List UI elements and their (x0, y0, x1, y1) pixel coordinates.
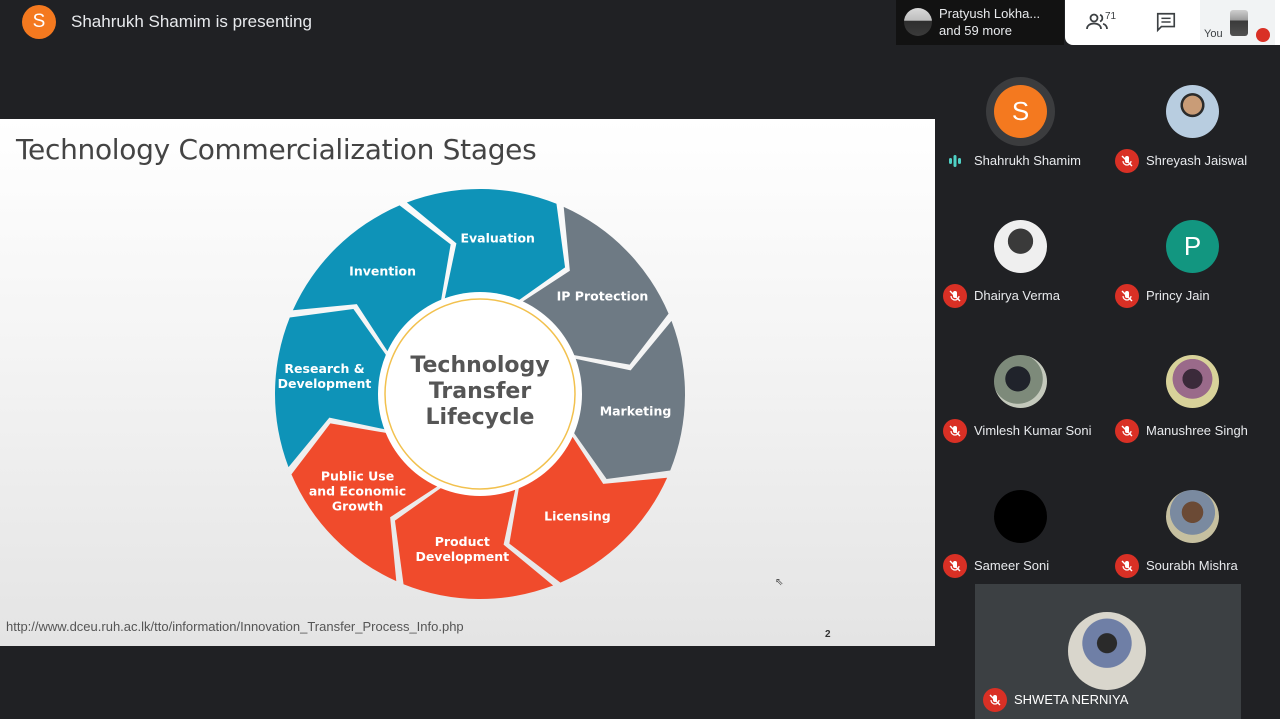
lifecycle-stage-label: Invention (349, 264, 416, 279)
mic-off-icon (943, 419, 967, 443)
mic-off-icon (983, 688, 1007, 712)
participant-avatar (1068, 612, 1146, 690)
participant-tile[interactable]: Sourabh Mishra (1107, 450, 1279, 585)
top-participant-more: and 59 more (939, 23, 1012, 38)
mouse-cursor-icon: ⇖ (775, 577, 784, 588)
slide-page-number: 2 (825, 629, 831, 640)
participant-tile-large[interactable]: SHWETA NERNIYA (975, 584, 1241, 719)
mic-off-icon (1115, 149, 1139, 173)
slide-source-url: http://www.dceu.ruh.ac.lk/tto/informatio… (6, 619, 464, 634)
participant-name: Shreyash Jaiswal (1146, 153, 1248, 168)
top-participant-name: Pratyush Lokha... (939, 6, 1041, 21)
participant-name: Manushree Singh (1146, 423, 1248, 438)
participant-avatar (994, 355, 1047, 408)
mic-off-icon (1115, 284, 1139, 308)
top-controls: 71 You (1065, 0, 1280, 45)
participant-avatar (1166, 85, 1219, 138)
slide-title: Technology Commercialization Stages (16, 133, 537, 166)
self-video-thumbnail (1230, 10, 1248, 36)
participant-avatar (1166, 490, 1219, 543)
lifecycle-stage-label: Licensing (544, 508, 611, 523)
speaking-indicator-icon (949, 155, 961, 167)
participant-name: Sameer Soni (974, 558, 1050, 573)
participant-tile[interactable]: Sameer Soni (935, 450, 1107, 585)
lifecycle-stage-label: IP Protection (557, 289, 649, 304)
lifecycle-stage-label: Research & Development (278, 361, 372, 391)
participant-thumbnail (904, 8, 932, 36)
participant-avatar: P (1166, 220, 1219, 273)
mic-off-icon (943, 284, 967, 308)
participant-avatar: S (994, 85, 1047, 138)
mic-off-icon (1115, 554, 1139, 578)
center-title-line: Lifecycle (426, 405, 535, 430)
center-title-line: Technology (410, 353, 549, 378)
lifecycle-stage-label: Evaluation (460, 231, 535, 246)
participant-name: Sourabh Mishra (1146, 558, 1238, 573)
chat-button[interactable] (1155, 11, 1179, 35)
presenting-text: Shahrukh Shamim is presenting (71, 12, 312, 31)
presentation-slide: Technology Commercialization Stages Rese… (0, 119, 935, 646)
lifecycle-diagram: Research & Development Invention Evaluation… (275, 189, 685, 599)
lifecycle-stage-label: Marketing (600, 404, 672, 419)
participant-name: SHWETA NERNIYA (1014, 692, 1129, 707)
participant-tile[interactable]: Vimlesh Kumar Soni (935, 315, 1107, 450)
people-count: 71 (1105, 11, 1117, 22)
presenter-avatar: S (22, 5, 56, 39)
self-label: You (1204, 28, 1223, 40)
participant-name: Dhairya Verma (974, 288, 1060, 303)
participant-name: Shahrukh Shamim (974, 153, 1081, 168)
participant-name: Princy Jain (1146, 288, 1210, 303)
participant-name: Vimlesh Kumar Soni (974, 423, 1092, 438)
participant-tile[interactable]: Dhairya Verma (935, 180, 1107, 315)
participant-avatar (1166, 355, 1219, 408)
participant-avatar (994, 220, 1047, 273)
participants-grid: S Shahrukh Shamim Shreyash Jaiswal Dhair… (935, 45, 1280, 585)
self-view-tile[interactable]: You (1200, 0, 1275, 45)
presenting-banner: S Shahrukh Shamim is presenting (0, 0, 900, 45)
participant-tile[interactable]: P Princy Jain (1107, 180, 1279, 315)
mic-off-icon (1256, 28, 1270, 42)
chat-icon (1156, 12, 1176, 33)
mic-off-icon (1115, 419, 1139, 443)
participant-tile[interactable]: Shreyash Jaiswal (1107, 45, 1279, 180)
mic-off-icon (943, 554, 967, 578)
participant-avatar (994, 490, 1047, 543)
center-title-line: Transfer (429, 379, 532, 404)
participant-tile[interactable]: Manushree Singh (1107, 315, 1279, 450)
participant-tile[interactable]: S Shahrukh Shamim (935, 45, 1107, 180)
top-participants-preview[interactable]: Pratyush Lokha... and 59 more (896, 0, 1064, 45)
